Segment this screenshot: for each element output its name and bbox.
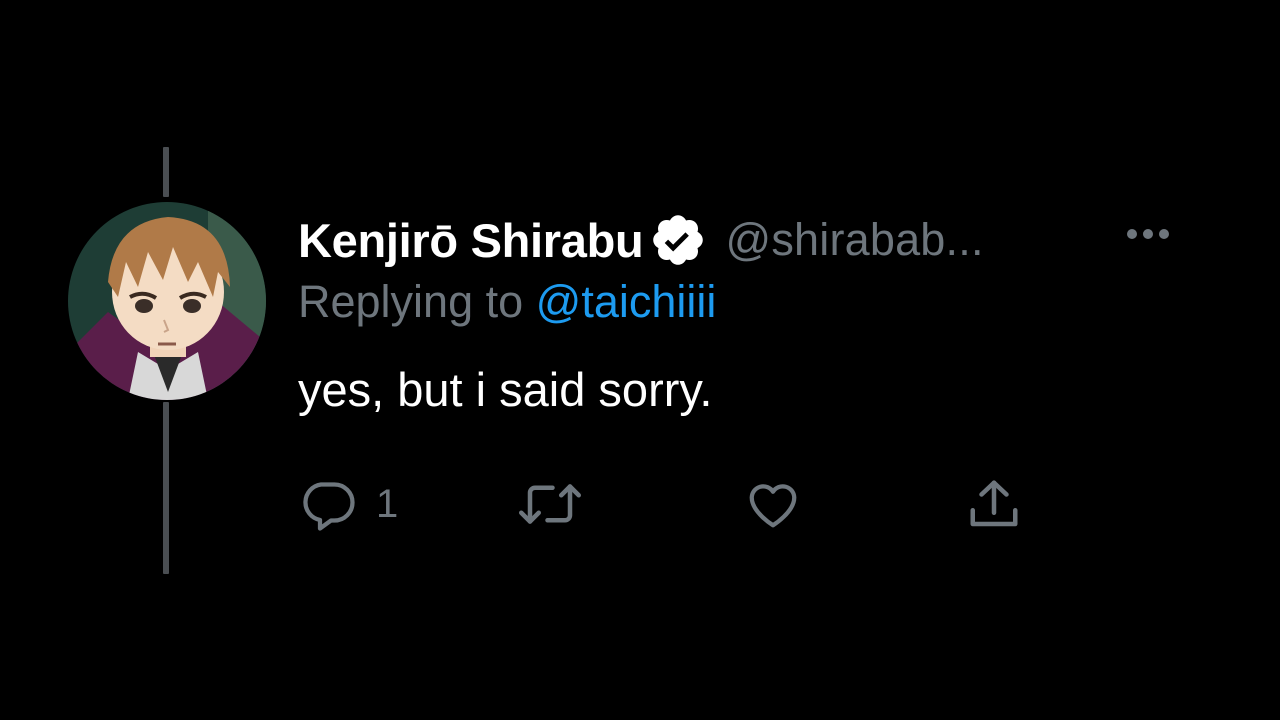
share-button[interactable] bbox=[964, 474, 1024, 534]
tweet-text: yes, but i said sorry. bbox=[298, 363, 713, 416]
heart-icon bbox=[742, 474, 804, 534]
display-name[interactable]: Kenjirō Shirabu bbox=[298, 213, 644, 268]
thread-connector-bottom bbox=[163, 402, 169, 574]
reply-bubble-icon bbox=[298, 474, 358, 534]
avatar[interactable] bbox=[68, 202, 266, 400]
replying-to-line: Replying to @taichiiii bbox=[298, 276, 716, 328]
tweet-screen: Kenjirō Shirabu @shirabab... Replying to… bbox=[0, 0, 1280, 720]
tweet-header: Kenjirō Shirabu @shirabab... bbox=[298, 208, 984, 272]
reply-count: 1 bbox=[376, 481, 399, 526]
like-button[interactable] bbox=[742, 474, 804, 534]
replying-to-mention-link[interactable]: @taichiiii bbox=[536, 276, 717, 327]
thread-connector-top bbox=[163, 147, 169, 197]
avatar-image bbox=[68, 202, 266, 400]
share-upload-icon bbox=[964, 474, 1024, 534]
retweet-icon bbox=[514, 474, 586, 534]
reply-button[interactable]: 1 bbox=[298, 474, 398, 534]
verified-badge-icon bbox=[649, 211, 707, 269]
retweet-button[interactable] bbox=[514, 474, 586, 534]
user-handle[interactable]: @shirabab... bbox=[725, 214, 983, 266]
tweet-action-bar: 1 bbox=[298, 474, 1058, 534]
replying-to-label: Replying to bbox=[298, 276, 524, 327]
more-horizontal-icon[interactable] bbox=[1124, 224, 1172, 244]
